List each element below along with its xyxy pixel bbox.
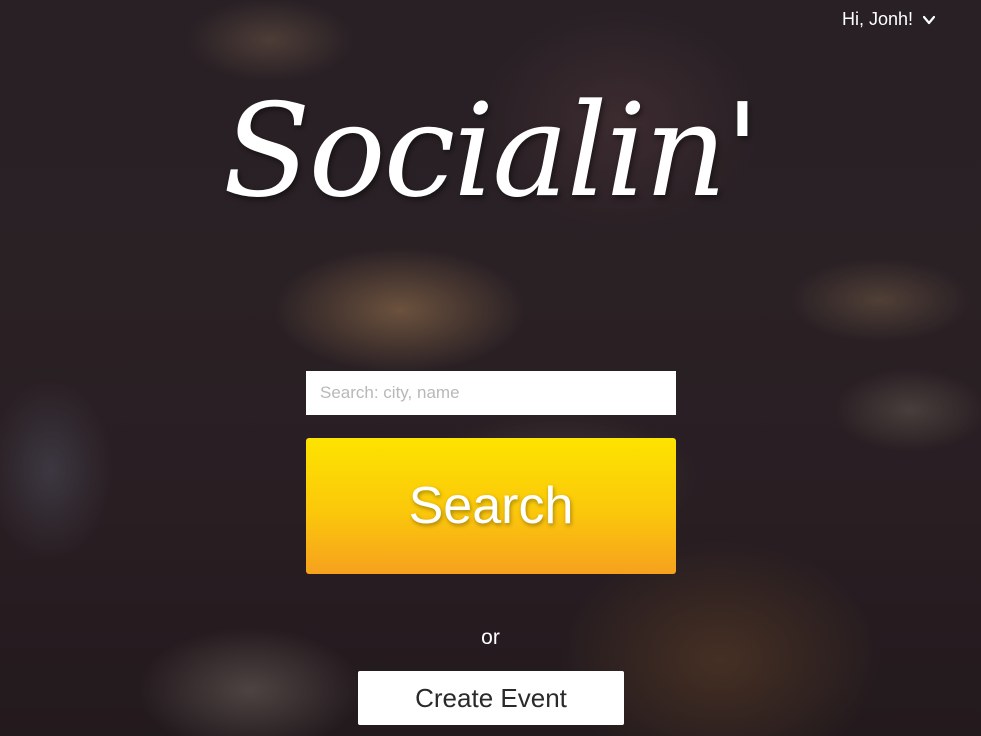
create-event-button[interactable]: Create Event xyxy=(358,671,624,725)
search-button[interactable]: Search xyxy=(306,438,676,574)
search-input[interactable] xyxy=(306,371,676,415)
user-menu[interactable]: Hi, Jonh! xyxy=(842,9,935,30)
greeting-text: Hi, Jonh! xyxy=(841,9,913,29)
or-separator: or xyxy=(481,626,500,649)
chevron-down-icon xyxy=(923,15,935,24)
landing-screen: Hi, Jonh! Socialin' Search or Create Eve… xyxy=(0,0,981,736)
app-logo: Socialin' xyxy=(222,77,760,226)
